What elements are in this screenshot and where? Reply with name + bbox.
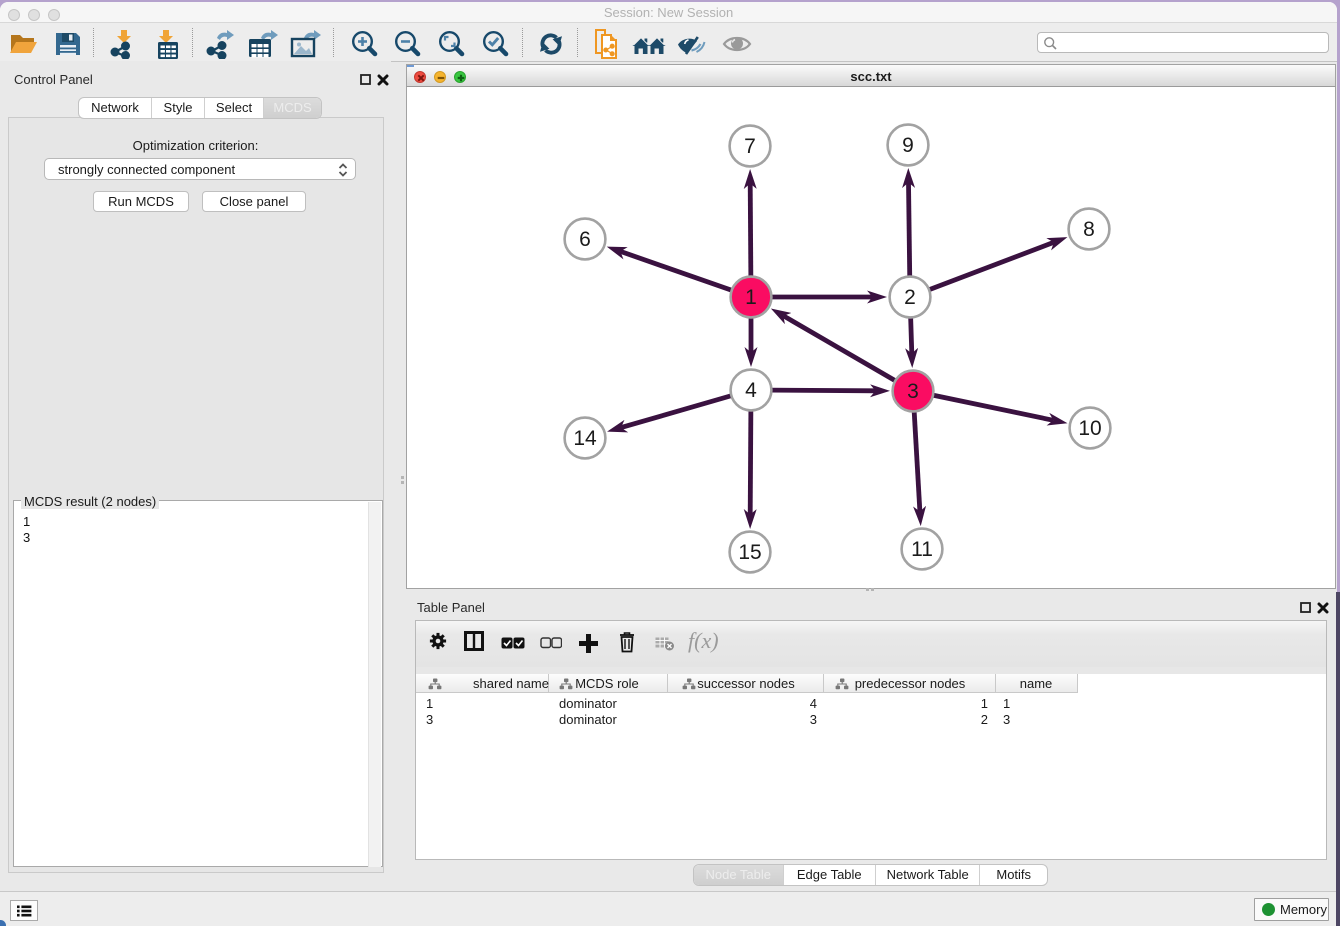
- svg-text:8: 8: [1083, 218, 1095, 241]
- svg-text:3: 3: [907, 380, 919, 403]
- svg-text:2: 2: [904, 286, 916, 309]
- svg-text:1: 1: [745, 286, 757, 309]
- svg-text:14: 14: [573, 427, 597, 450]
- svg-text:11: 11: [911, 538, 933, 561]
- svg-text:6: 6: [579, 228, 591, 251]
- svg-text:9: 9: [902, 134, 914, 157]
- svg-text:7: 7: [744, 135, 756, 158]
- svg-text:4: 4: [745, 379, 757, 402]
- svg-text:15: 15: [738, 541, 761, 564]
- svg-text:10: 10: [1078, 417, 1101, 440]
